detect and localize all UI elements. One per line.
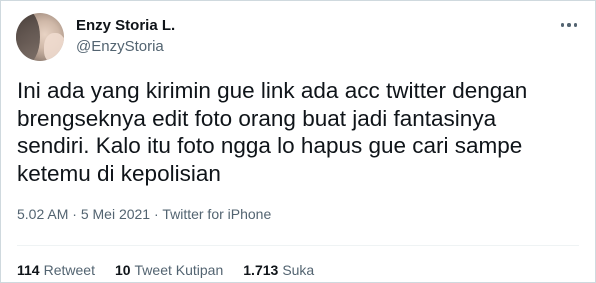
more-dot <box>573 23 578 27</box>
avatar[interactable] <box>16 13 64 61</box>
user-info: Enzy Storia L. @EnzyStoria <box>76 16 175 56</box>
tweet-card: Enzy Storia L. @EnzyStoria Ini ada yang … <box>0 0 596 283</box>
retweet-label: Retweet <box>43 262 95 278</box>
retweet-stat[interactable]: 114 Retweet <box>17 262 95 278</box>
user-handle[interactable]: @EnzyStoria <box>76 37 175 56</box>
divider <box>17 245 579 246</box>
quote-count: 10 <box>114 262 131 278</box>
avatar-hand-shape <box>44 33 64 61</box>
more-dot <box>567 23 571 27</box>
retweet-count: 114 <box>17 262 40 278</box>
avatar-hair-shape <box>16 13 40 61</box>
display-name[interactable]: Enzy Storia L. <box>76 16 175 35</box>
like-count: 1.713 <box>243 262 279 278</box>
meta-separator: · <box>72 206 81 222</box>
quote-label: Tweet Kutipan <box>134 262 224 278</box>
quote-tweet-stat[interactable]: 10 Tweet Kutipan <box>115 262 223 278</box>
more-options-icon[interactable] <box>557 15 581 35</box>
tweet-time[interactable]: 5.02 AM <box>17 206 68 222</box>
tweet-stats: 114 Retweet 10 Tweet Kutipan 1.713 Suka <box>17 262 314 278</box>
tweet-source[interactable]: Twitter for iPhone <box>162 206 271 222</box>
tweet-text: Ini ada yang kirimin gue link ada acc tw… <box>17 78 528 186</box>
like-label: Suka <box>282 262 315 278</box>
tweet-meta: 5.02 AM · 5 Mei 2021 · Twitter for iPhon… <box>17 206 271 222</box>
more-dot <box>560 23 565 27</box>
like-stat[interactable]: 1.713 Suka <box>243 262 314 278</box>
tweet-date[interactable]: 5 Mei 2021 <box>81 206 150 222</box>
